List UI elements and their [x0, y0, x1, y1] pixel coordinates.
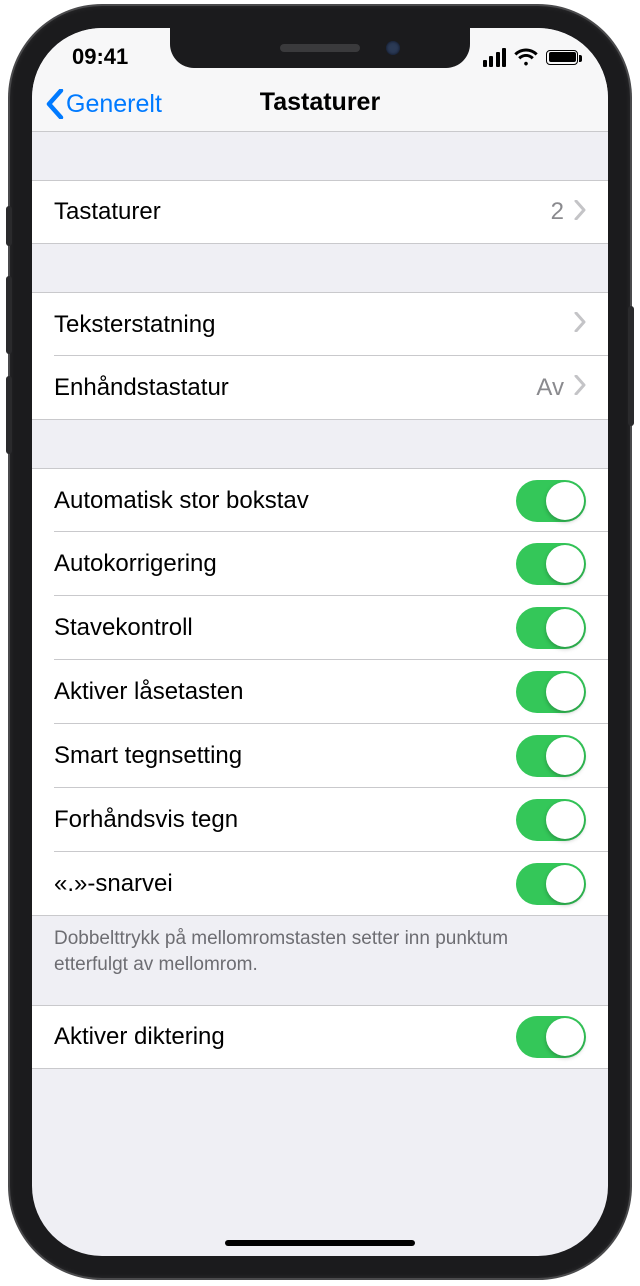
row-label: Automatisk stor bokstav [54, 487, 516, 515]
back-button[interactable]: Generelt [46, 89, 162, 119]
row-enable-caps-lock: Aktiver låsetasten [32, 660, 608, 724]
section-footer: Dobbelttrykk på mellomromstasten setter … [32, 916, 608, 1005]
phone-frame: 09:41 Generelt Tastaturer Tastaturer [10, 6, 630, 1278]
row-text-replacement[interactable]: Teksterstatning [32, 292, 608, 356]
notch [170, 28, 470, 68]
chevron-right-icon [574, 200, 586, 225]
toggle-auto-correction[interactable] [516, 543, 586, 585]
row-label: Aktiver diktering [54, 1023, 516, 1051]
row-label: «.»-snarvei [54, 870, 516, 898]
row-label: Tastaturer [54, 198, 551, 226]
toggle-smart-punctuation[interactable] [516, 735, 586, 777]
toggle-character-preview[interactable] [516, 799, 586, 841]
status-time: 09:41 [72, 44, 128, 70]
toggle-period-shortcut[interactable] [516, 863, 586, 905]
toggle-auto-capitalization[interactable] [516, 480, 586, 522]
screen: 09:41 Generelt Tastaturer Tastaturer [32, 28, 608, 1256]
row-smart-punctuation: Smart tegnsetting [32, 724, 608, 788]
row-label: Forhåndsvis tegn [54, 806, 516, 834]
home-indicator[interactable] [225, 1240, 415, 1246]
one-handed-value: Av [536, 374, 564, 402]
chevron-left-icon [46, 89, 64, 119]
mute-switch [6, 206, 12, 246]
volume-down [6, 376, 12, 454]
cellular-icon [483, 48, 507, 67]
row-label: Enhåndstastatur [54, 374, 536, 402]
row-label: Smart tegnsetting [54, 742, 516, 770]
keyboards-count: 2 [551, 198, 564, 226]
row-check-spelling: Stavekontroll [32, 596, 608, 660]
content: Tastaturer 2 Teksterstatning Enhåndstast… [32, 132, 608, 1256]
row-label: Teksterstatning [54, 311, 574, 339]
row-keyboards[interactable]: Tastaturer 2 [32, 180, 608, 244]
row-character-preview: Forhåndsvis tegn [32, 788, 608, 852]
row-label: Autokorrigering [54, 550, 516, 578]
row-one-handed-keyboard[interactable]: Enhåndstastatur Av [32, 356, 608, 420]
wifi-icon [514, 48, 538, 66]
speaker-grille [280, 44, 360, 52]
volume-up [6, 276, 12, 354]
back-label: Generelt [66, 90, 162, 119]
row-label: Aktiver låsetasten [54, 678, 516, 706]
row-enable-dictation: Aktiver diktering [32, 1005, 608, 1069]
chevron-right-icon [574, 312, 586, 337]
row-label: Stavekontroll [54, 614, 516, 642]
battery-icon [546, 50, 578, 65]
row-period-shortcut: «.»-snarvei [32, 852, 608, 916]
power-button [628, 306, 634, 426]
toggle-enable-caps-lock[interactable] [516, 671, 586, 713]
toggle-check-spelling[interactable] [516, 607, 586, 649]
row-auto-capitalization: Automatisk stor bokstav [32, 468, 608, 532]
chevron-right-icon [574, 375, 586, 400]
row-auto-correction: Autokorrigering [32, 532, 608, 596]
toggle-enable-dictation[interactable] [516, 1016, 586, 1058]
front-camera [386, 41, 400, 55]
